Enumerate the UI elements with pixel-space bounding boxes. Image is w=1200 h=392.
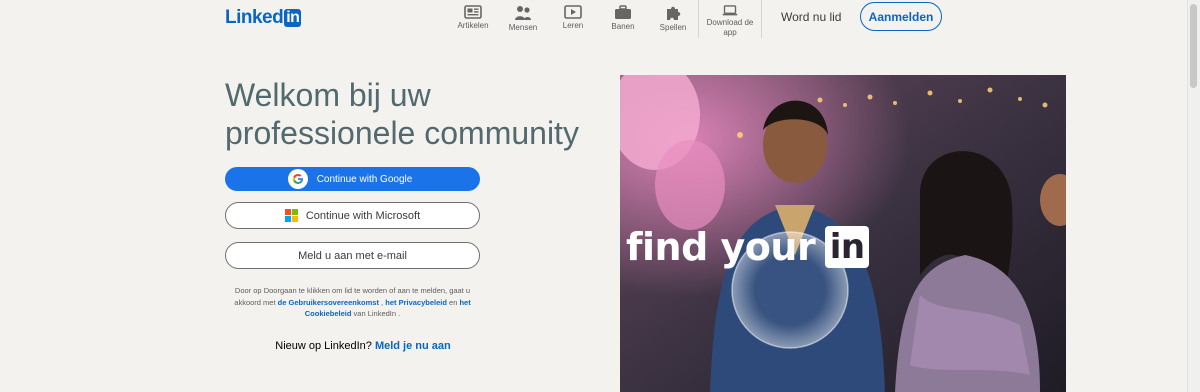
signup-link[interactable]: Meld je nu aan (375, 340, 451, 352)
nav-label-download-app: Download de app (706, 18, 754, 37)
nav-label-articles: Artikelen (457, 21, 489, 30)
nav-item-people[interactable]: Mensen (498, 0, 548, 38)
people-icon (515, 6, 531, 20)
terms-sep: , (381, 297, 384, 307)
signin-with-email-button[interactable]: Meld u aan met e-mail (225, 242, 480, 269)
nav-label-people: Mensen (508, 23, 538, 32)
user-agreement-link[interactable]: de Gebruikersovereenkomst (278, 298, 379, 307)
nav-item-learning[interactable]: Leren (548, 0, 598, 38)
articles-icon (464, 5, 482, 19)
briefcase-icon (615, 5, 631, 19)
nav-item-games[interactable]: Spellen (648, 0, 698, 38)
linkedin-logo[interactable]: Linked in (225, 7, 302, 29)
continue-with-google-button[interactable]: Continue with Google (225, 167, 480, 191)
continue-with-microsoft-button[interactable]: Continue with Microsoft (225, 202, 480, 229)
join-now-link[interactable]: Word nu lid (781, 0, 841, 34)
nav-item-articles[interactable]: Artikelen (448, 0, 498, 38)
logo-in-box: in (284, 9, 302, 27)
microsoft-button-label: Continue with Microsoft (305, 209, 421, 222)
nav-item-jobs[interactable]: Banen (598, 0, 648, 38)
find-your-in-tagline: find your in (626, 225, 870, 269)
laptop-icon (722, 5, 738, 16)
new-prefix: Nieuw op LinkedIn? (275, 340, 372, 352)
terms-suffix: van LinkedIn . (353, 309, 401, 318)
microsoft-icon (284, 209, 298, 222)
google-button-label: Continue with Google (316, 173, 413, 185)
scrollbar-thumb[interactable] (1190, 4, 1197, 88)
nav-label-jobs: Banen (611, 22, 635, 31)
top-header: Linked in Artikelen Mensen Leren Banen S… (0, 0, 1188, 38)
page-scrollbar[interactable] (1187, 0, 1200, 392)
nav-label-learning: Leren (562, 21, 584, 30)
google-badge (288, 169, 308, 189)
terms-notice: Door op Doorgaan te klikken om lid te wo… (225, 285, 480, 320)
learning-icon (564, 5, 582, 19)
nav-item-download-app[interactable]: Download de app (698, 0, 762, 38)
puzzle-icon (667, 6, 681, 20)
privacy-policy-link[interactable]: het Privacybeleid (385, 298, 447, 307)
new-to-linkedin: Nieuw op LinkedIn? Meld je nu aan (225, 340, 501, 352)
nav-label-games: Spellen (659, 23, 687, 32)
signin-button[interactable]: Aanmelden (860, 2, 942, 31)
linkedin-in-mark: in (825, 226, 870, 268)
tagline-text: find your (626, 225, 816, 269)
logo-text: Linked (225, 7, 284, 28)
terms-and: en (449, 297, 458, 307)
google-icon (292, 174, 303, 184)
page-title: Welkom bij uw professionele community (225, 77, 579, 151)
hero-image: find your in (620, 75, 1066, 392)
main-nav: Artikelen Mensen Leren Banen Spellen Dow… (448, 0, 762, 38)
